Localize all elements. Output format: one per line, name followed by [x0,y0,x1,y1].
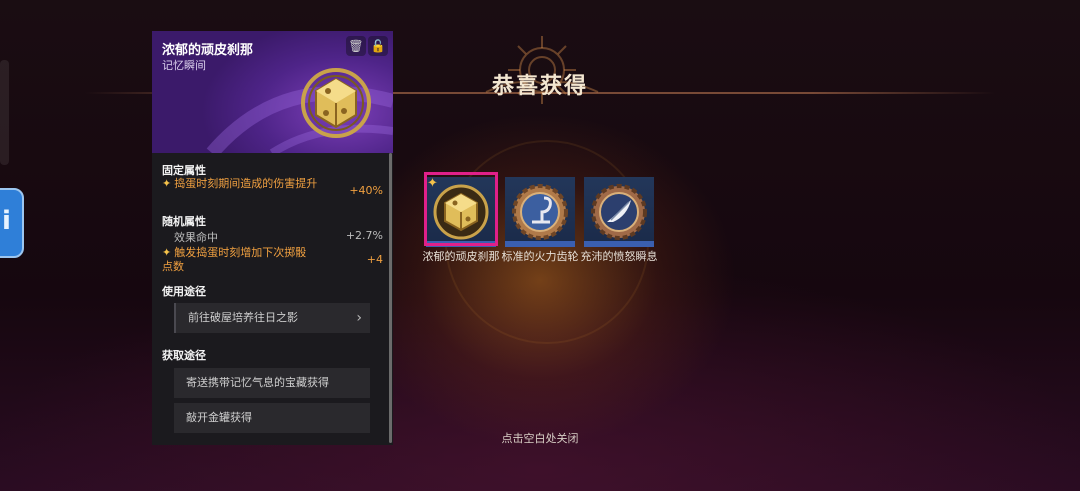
dialog-title: 恭喜获得 [491,74,588,99]
panel-scrollbar[interactable] [389,153,392,443]
hook-gear-emblem-icon [512,184,568,240]
trash-icon[interactable]: 🗑 [346,36,366,56]
reward-label: 充沛的愤怒瞬息 [580,250,658,263]
chevron-right-icon: › [356,310,362,326]
item-type: 记忆瞬间 [162,59,206,72]
feather-emblem-icon [591,184,647,240]
fixed-attribute-label: ✦ 捣蛋时刻期间造成的伤害提升 [162,177,342,191]
obtain-source-item[interactable]: 敲开金罐获得 [174,403,370,433]
usage-heading: 使用途径 [162,285,206,298]
random-attributes-heading: 随机属性 [162,215,206,228]
side-handle [0,60,9,165]
fixed-attribute-text: 捣蛋时刻期间造成的伤害提升 [174,177,318,190]
sparkle-icon: ✦ [427,176,438,191]
random-attribute-text: 触发捣蛋时刻增加下次掷骰点数 [162,246,307,273]
lock-icon[interactable]: 🔓 [368,36,388,56]
sparkle-icon: ✦ [162,246,172,259]
random-attribute-label: ✦ 触发捣蛋时刻增加下次掷骰点数 [162,246,312,274]
reward-label: 浓郁的顽皮刹那 [422,250,500,263]
fixed-attribute-value: +40% [349,184,383,197]
side-tab-icon: i [2,206,11,236]
reward-label: 标准的火力齿轮 [501,250,579,263]
random-attribute-label: 效果命中 [174,231,218,244]
item-detail-panel[interactable]: 浓郁的顽皮刹那 记忆瞬间 🗑 🔓 固定属性 ✦ 捣蛋时刻期间造成的伤害提升 +40… [152,31,393,445]
random-attribute-value: +4 [366,253,383,266]
golden-cube-emblem-icon [301,68,371,138]
side-tab-button[interactable]: i [0,188,24,258]
item-header: 浓郁的顽皮刹那 记忆瞬间 🗑 🔓 [152,31,393,153]
obtain-source-item[interactable]: 寄送携带记忆气息的宝藏获得 [174,368,370,398]
usage-link-button[interactable]: 前往破屋培养往日之影 › [174,303,370,333]
random-attribute-value: +2.7% [345,229,383,242]
fixed-attributes-heading: 固定属性 [162,164,206,177]
close-hint: 点击空白处关闭 [501,432,579,445]
usage-link-label: 前往破屋培养往日之影 [188,311,298,324]
obtain-heading: 获取途径 [162,349,206,362]
sparkle-icon: ✦ [162,177,172,190]
item-name: 浓郁的顽皮刹那 [162,43,254,58]
